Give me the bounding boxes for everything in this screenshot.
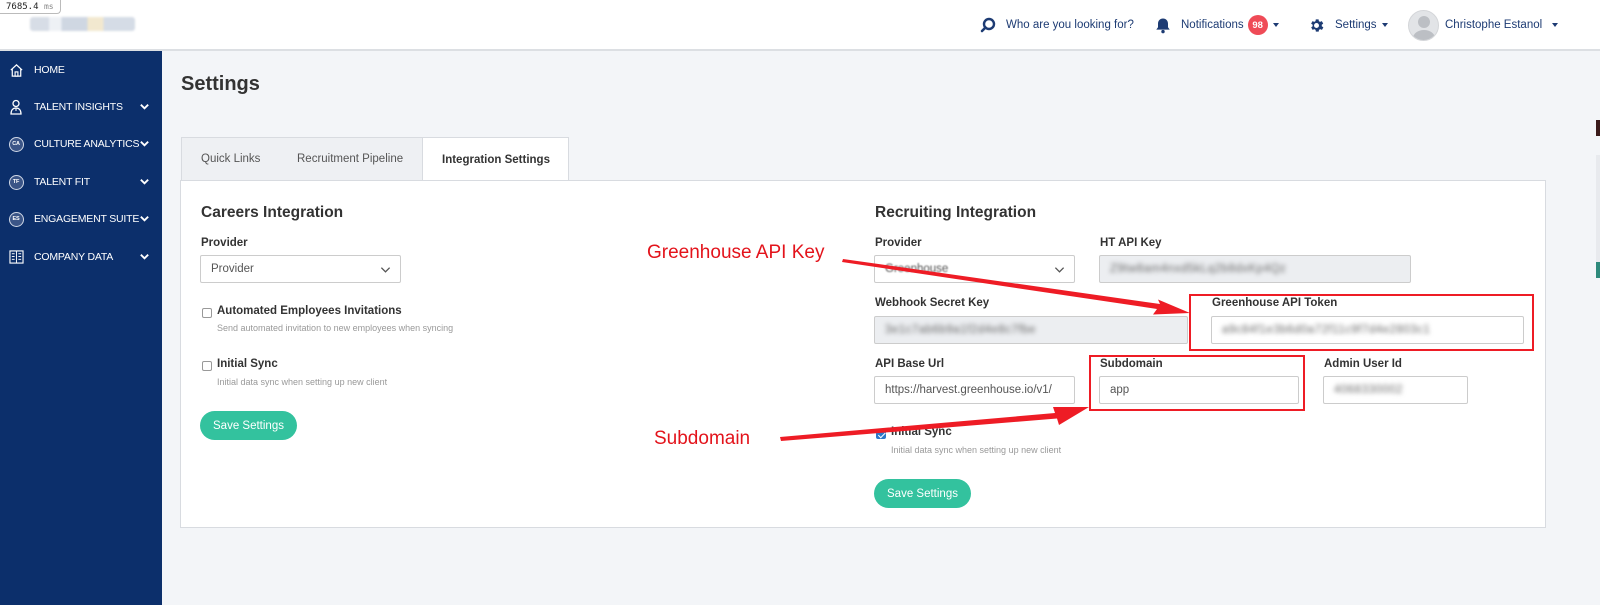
window-edge-marker	[1596, 262, 1600, 278]
chevron-down-icon	[1054, 265, 1065, 277]
search-icon	[980, 17, 996, 33]
automated-invitations-help: Send automated invitation to new employe…	[217, 323, 454, 333]
culture-analytics-abbr: CA	[8, 136, 24, 152]
chevron-down-icon	[380, 265, 391, 277]
automated-invitations-checkbox[interactable]	[202, 308, 212, 318]
integration-settings-panel	[180, 180, 1546, 528]
sidebar-item-label: CULTURE ANALYTICS	[34, 138, 140, 150]
tab-recruitment-pipeline[interactable]: Recruitment Pipeline	[276, 137, 422, 181]
careers-provider-value: Provider	[211, 263, 254, 275]
home-icon	[8, 62, 24, 78]
api-key-annotation: Greenhouse API Key	[647, 242, 825, 263]
api-base-url-label: API Base Url	[875, 358, 945, 370]
webhook-secret-key-input[interactable]: 3e1c7ab6b9a1f2d4e8c7fbe	[874, 316, 1188, 344]
notifications-label: Notifications	[1181, 19, 1244, 31]
culture-analytics-icon: CA	[8, 136, 24, 152]
api-base-url-input[interactable]: https://harvest.greenhouse.io/v1/	[874, 376, 1075, 404]
chevron-down-icon	[139, 138, 150, 152]
careers-initial-sync-help: Initial data sync when setting up new cl…	[217, 377, 388, 387]
recruiting-initial-sync-checkbox[interactable]	[876, 429, 886, 439]
notifications-menu[interactable]: Notifications 98	[1155, 0, 1279, 50]
subdomain-highlight	[1089, 355, 1305, 411]
admin-user-id-input[interactable]: 4068330002	[1323, 376, 1468, 404]
engagement-suite-icon: ES	[8, 211, 24, 227]
chevron-down-icon	[139, 176, 150, 190]
top-bar: Who are you looking for? Notifications 9…	[0, 0, 1600, 51]
gear-icon	[1308, 17, 1325, 34]
avatar	[1408, 9, 1439, 41]
recruiting-initial-sync-label: Initial Sync	[891, 426, 952, 438]
webhook-secret-key-value: 3e1c7ab6b9a1f2d4e8c7fbe	[885, 324, 1036, 336]
careers-initial-sync-checkbox[interactable]	[202, 361, 212, 371]
recruiting-integration-title: Recruiting Integration	[875, 204, 1037, 221]
tab-integration-settings[interactable]: Integration Settings	[422, 137, 569, 182]
careers-integration-title: Careers Integration	[201, 204, 344, 221]
careers-provider-label: Provider	[201, 237, 248, 249]
sidebar-item-label: ENGAGEMENT SUITE	[34, 213, 140, 225]
user-name: Christophe Estanol	[1445, 19, 1543, 31]
automated-invitations-label: Automated Employees Invitations	[217, 305, 402, 317]
ht-api-key-input[interactable]: Z9tw8am4nxd5kLq2b8dxKp4Qz	[1099, 255, 1411, 283]
settings-tabs: Quick Links Recruitment Pipeline Integra…	[181, 137, 569, 182]
recruiting-provider-value: Greenhouse	[885, 263, 949, 275]
sidebar-item-talent-insights[interactable]: TALENT INSIGHTS	[0, 97, 162, 117]
sidebar: HOME TALENT INSIGHTS CA CULTURE ANALYTIC…	[0, 51, 162, 605]
sidebar-item-label: HOME	[34, 64, 65, 76]
api-base-url-value: https://harvest.greenhouse.io/v1/	[885, 384, 1052, 396]
admin-user-id-label: Admin User Id	[1324, 358, 1402, 370]
render-timer: 7685.4 ms	[0, 0, 61, 14]
window-edge-marker	[1596, 120, 1600, 136]
window-edge	[1596, 155, 1600, 275]
sidebar-item-talent-fit[interactable]: TF TALENT FIT	[0, 172, 162, 192]
tab-quick-links[interactable]: Quick Links	[181, 137, 276, 181]
sidebar-item-label: COMPANY DATA	[34, 251, 114, 263]
webhook-secret-key-label: Webhook Secret Key	[875, 297, 990, 309]
recruiting-initial-sync-help: Initial data sync when setting up new cl…	[891, 445, 1062, 455]
careers-save-settings-button[interactable]: Save Settings	[200, 411, 297, 440]
caret-down-icon	[1552, 23, 1559, 27]
chevron-down-icon	[139, 101, 150, 115]
sidebar-item-culture-analytics[interactable]: CA CULTURE ANALYTICS	[0, 134, 162, 154]
engagement-suite-abbr: ES	[8, 211, 24, 227]
sidebar-item-label: TALENT FIT	[34, 176, 90, 188]
greenhouse-api-token-highlight	[1189, 294, 1534, 351]
search-prompt: Who are you looking for?	[1006, 19, 1134, 31]
admin-user-id-value: 4068330002	[1334, 384, 1403, 396]
chevron-down-icon	[139, 251, 150, 265]
settings-menu[interactable]: Settings	[1308, 0, 1388, 50]
recruiting-provider-label: Provider	[875, 237, 922, 249]
sidebar-item-home[interactable]: HOME	[0, 60, 162, 80]
caret-down-icon	[1272, 23, 1279, 27]
careers-provider-select[interactable]: Provider	[200, 255, 401, 283]
building-icon	[8, 249, 24, 265]
careers-initial-sync-label: Initial Sync	[217, 358, 278, 370]
global-search[interactable]: Who are you looking for?	[980, 0, 1134, 50]
recruiting-provider-select[interactable]: Greenhouse	[874, 255, 1075, 283]
chevron-down-icon	[139, 213, 150, 227]
bell-icon	[1155, 17, 1171, 34]
render-timer-value: 7685.4	[6, 2, 39, 12]
company-logo[interactable]	[30, 17, 135, 31]
sidebar-item-engagement-suite[interactable]: ES ENGAGEMENT SUITE	[0, 209, 162, 229]
ht-api-key-label: HT API Key	[1100, 237, 1162, 249]
caret-down-icon	[1381, 23, 1388, 27]
page-title: Settings	[181, 73, 260, 95]
settings-label: Settings	[1335, 19, 1377, 31]
person-icon	[8, 99, 24, 115]
sidebar-item-company-data[interactable]: COMPANY DATA	[0, 247, 162, 267]
ht-api-key-value: Z9tw8am4nxd5kLq2b8dxKp4Qz	[1110, 263, 1287, 275]
notifications-count-badge: 98	[1247, 15, 1268, 35]
render-timer-unit: ms	[43, 2, 54, 11]
talent-fit-icon: TF	[8, 174, 24, 190]
recruiting-save-settings-button[interactable]: Save Settings	[874, 479, 971, 508]
talent-fit-abbr: TF	[8, 174, 24, 190]
user-menu[interactable]: Christophe Estanol	[1408, 0, 1559, 50]
subdomain-annotation: Subdomain	[654, 428, 751, 449]
sidebar-item-label: TALENT INSIGHTS	[34, 101, 123, 113]
